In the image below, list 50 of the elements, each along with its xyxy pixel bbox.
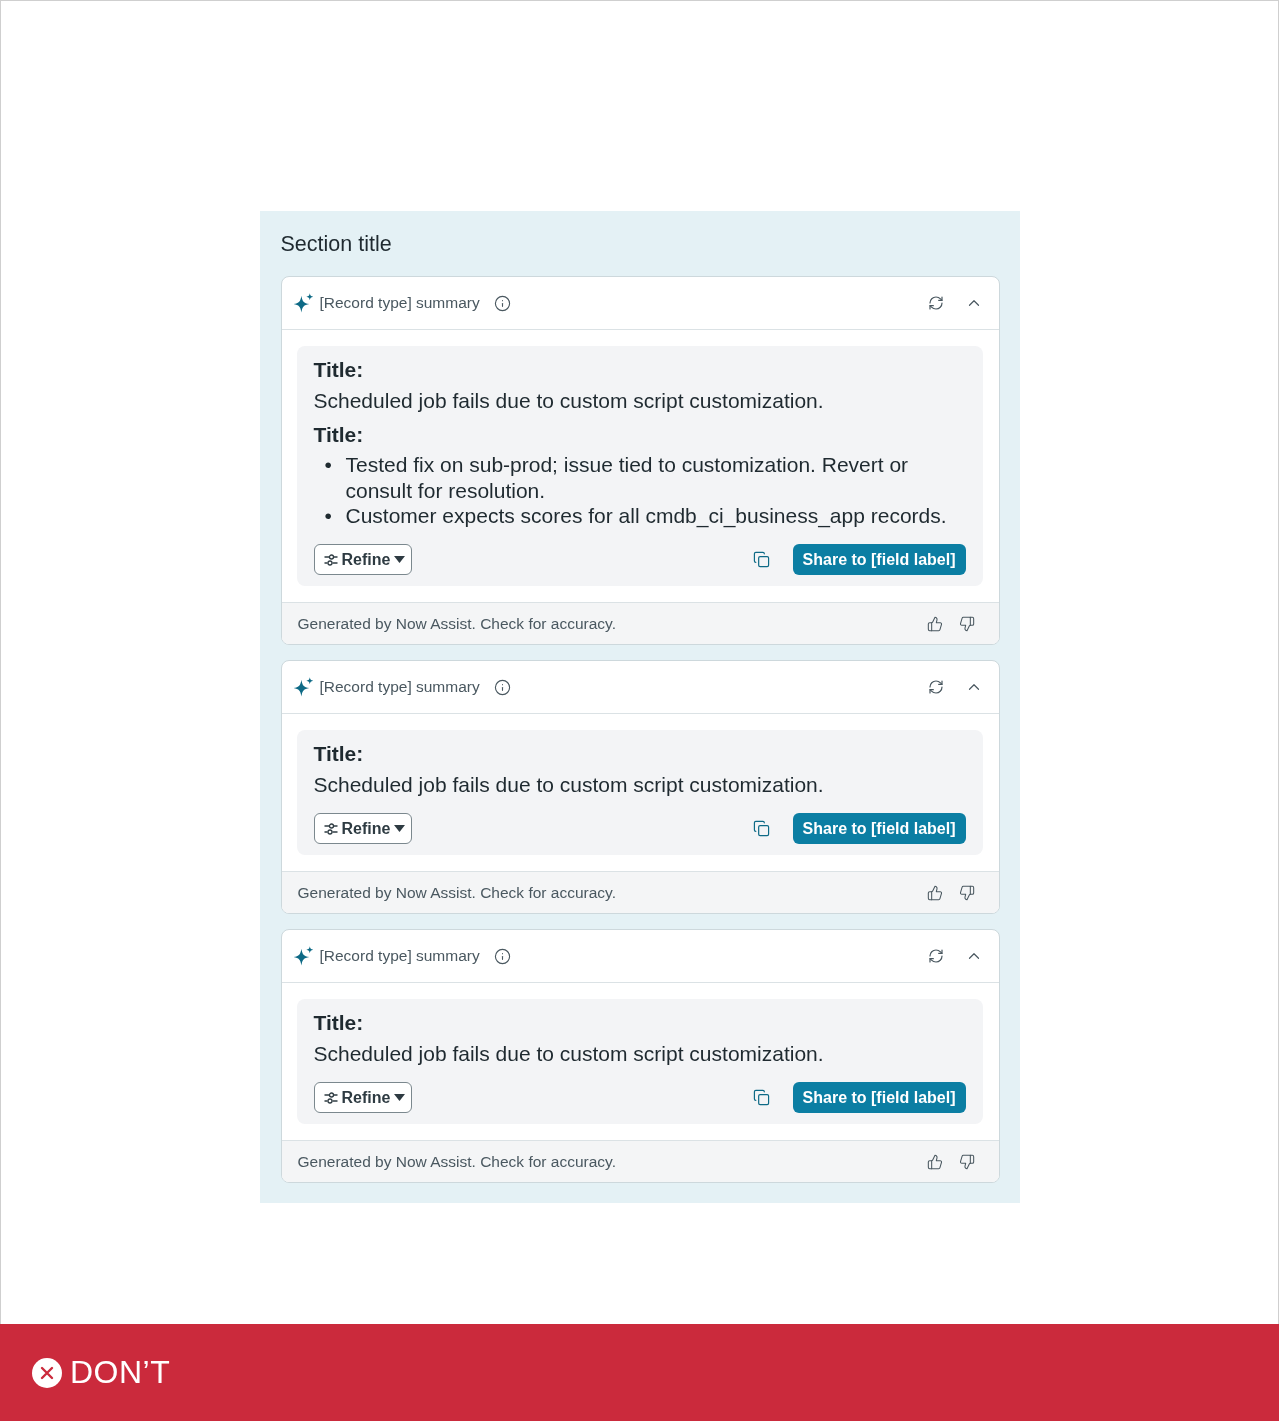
summary-heading: Title: <box>313 422 365 448</box>
summary-heading: Title: <box>313 357 365 383</box>
refine-button[interactable]: Refine <box>313 544 413 575</box>
card-title: [Record type] summary <box>319 678 480 696</box>
disclaimer-text: Generated by Now Assist. Check for accuracy. <box>297 883 616 902</box>
info-icon[interactable] <box>493 947 511 965</box>
refresh-icon[interactable] <box>927 948 944 964</box>
thumbs-up-icon[interactable] <box>926 884 943 901</box>
disclaimer-text: Generated by Now Assist. Check for accuracy. <box>297 1152 616 1171</box>
bullet-text: Tested fix on sub-prod; issue tied to customization. Revert or consult for resolution. <box>345 452 910 503</box>
thumbs-down-icon[interactable] <box>958 615 975 632</box>
copy-icon[interactable] <box>752 1089 770 1106</box>
sliders-icon <box>323 553 338 566</box>
summary-heading: Title: <box>313 741 365 767</box>
thumbs-down-icon[interactable] <box>958 1153 975 1170</box>
sliders-icon <box>323 822 338 835</box>
bullet-marker: • <box>324 503 333 529</box>
sliders-icon <box>323 1091 338 1104</box>
copy-icon[interactable] <box>752 820 770 837</box>
close-circle-icon <box>32 1357 62 1388</box>
copy-icon[interactable] <box>752 551 770 568</box>
bullet-text: Customer expects scores for all cmdb_ci_business_app records. <box>345 503 948 529</box>
thumbs-down-icon[interactable] <box>958 884 975 901</box>
section-title: Section title <box>280 231 393 258</box>
share-button[interactable]: Share to [field label] <box>792 1082 966 1113</box>
refresh-icon[interactable] <box>927 679 944 695</box>
bullet-marker: • <box>324 452 333 478</box>
caret-down-icon <box>394 825 406 832</box>
thumbs-up-icon[interactable] <box>926 1153 943 1170</box>
summary-text: Scheduled job fails due to custom script customization. <box>313 388 825 414</box>
thumbs-up-icon[interactable] <box>926 615 943 632</box>
caret-down-icon <box>394 1094 406 1101</box>
summary-text: Scheduled job fails due to custom script customization. <box>313 772 825 798</box>
refine-button[interactable]: Refine <box>313 813 413 844</box>
card-title: [Record type] summary <box>319 947 480 965</box>
disclaimer-text: Generated by Now Assist. Check for accuracy. <box>297 614 616 633</box>
refresh-icon[interactable] <box>927 295 944 311</box>
share-button[interactable]: Share to [field label] <box>792 544 966 575</box>
banner-label: DON’T <box>70 1354 171 1391</box>
summary-heading: Title: <box>313 1010 365 1036</box>
share-button[interactable]: Share to [field label] <box>792 813 966 844</box>
summary-text: Scheduled job fails due to custom script customization. <box>313 1041 825 1067</box>
info-icon[interactable] <box>493 678 511 696</box>
sparkle-icon <box>292 292 314 314</box>
sparkle-icon <box>292 676 314 698</box>
caret-down-icon <box>394 556 406 563</box>
info-icon[interactable] <box>493 294 511 312</box>
sparkle-icon <box>292 945 314 967</box>
refine-button[interactable]: Refine <box>313 1082 413 1113</box>
card-title: [Record type] summary <box>319 294 480 312</box>
